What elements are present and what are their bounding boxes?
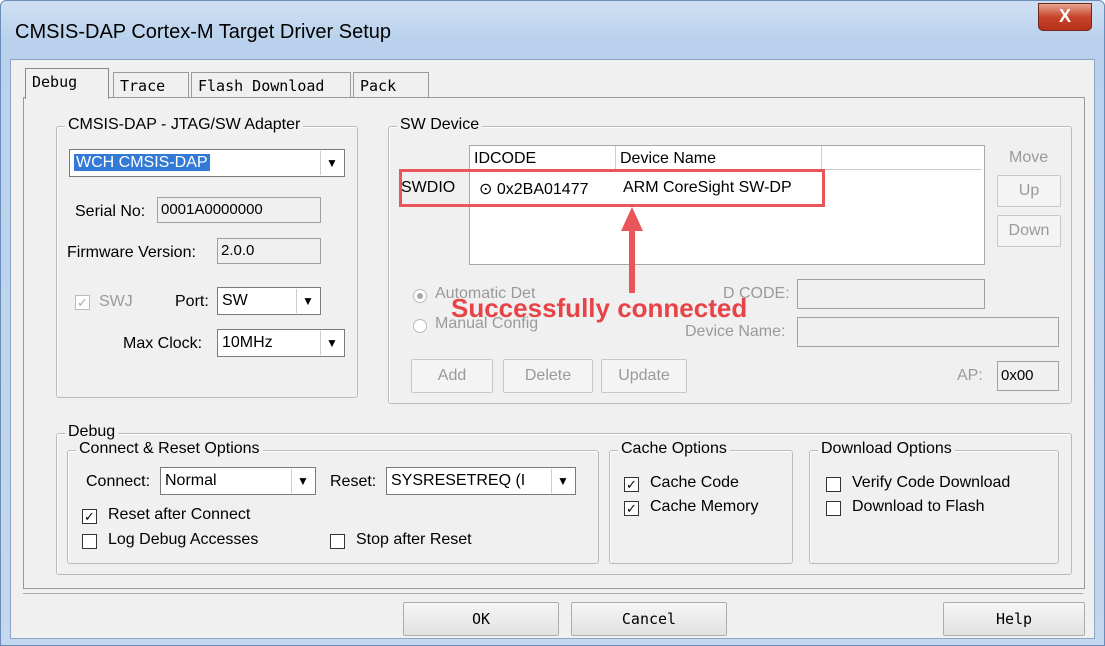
window-title: CMSIS-DAP Cortex-M Target Driver Setup xyxy=(15,21,392,43)
add-button[interactable]: Add xyxy=(411,359,493,393)
column-header-device-name[interactable]: Device Name xyxy=(616,146,822,170)
log-debug-accesses-checkbox[interactable] xyxy=(82,534,97,549)
cache-code-checkbox[interactable]: ✓ xyxy=(624,477,639,492)
firmware-label: Firmware Version: xyxy=(67,244,196,261)
arrow-up-icon xyxy=(621,207,643,293)
column-header-idcode[interactable]: IDCODE xyxy=(470,146,616,170)
sw-device-group: SW Device IDCODE Device Name SWDIO ⊙ 0x2… xyxy=(388,116,1072,404)
reset-value: SYSRESETREQ (I xyxy=(391,472,526,489)
firmware-field: 2.0.0 xyxy=(217,238,321,264)
cache-options-group: Cache Options ✓ Cache Code ✓ Cache Memor… xyxy=(609,440,793,564)
port-select[interactable]: SW ▼ xyxy=(217,287,321,315)
title-bar[interactable]: CMSIS-DAP Cortex-M Target Driver Setup X xyxy=(1,1,1104,61)
update-button[interactable]: Update xyxy=(601,359,687,393)
ap-field[interactable]: 0x00 xyxy=(997,361,1059,391)
download-to-flash-label: Download to Flash xyxy=(852,498,985,515)
manual-config-radio[interactable] xyxy=(413,319,427,333)
chevron-down-icon[interactable]: ▼ xyxy=(320,331,343,355)
swj-label: SWJ xyxy=(99,293,133,310)
device-name-label: Device Name: xyxy=(685,323,786,340)
connect-reset-group: Connect & Reset Options Connect: Normal … xyxy=(67,440,599,564)
dialog-window: CMSIS-DAP Cortex-M Target Driver Setup X… xyxy=(0,0,1105,646)
download-options-legend: Download Options xyxy=(818,440,955,458)
debug-legend: Debug xyxy=(65,423,119,441)
sw-device-legend: SW Device xyxy=(397,116,483,134)
serial-field: 0001A0000000 xyxy=(157,197,321,223)
cache-code-label: Cache Code xyxy=(650,474,739,491)
max-clock-value: 10MHz xyxy=(222,334,273,351)
tab-trace[interactable]: Trace xyxy=(113,72,189,98)
adapter-select[interactable]: WCH CMSIS-DAP ▼ xyxy=(69,149,345,177)
chevron-down-icon[interactable]: ▼ xyxy=(551,469,574,493)
swj-checkbox[interactable]: ✓ xyxy=(75,295,90,310)
column-header-blank xyxy=(822,146,982,170)
ok-button[interactable]: OK xyxy=(403,602,559,636)
adapter-selected-value: WCH CMSIS-DAP xyxy=(74,154,210,171)
help-button[interactable]: Help xyxy=(943,602,1085,636)
move-up-button[interactable]: Up xyxy=(997,175,1061,207)
move-label: Move xyxy=(1009,149,1049,166)
verify-code-download-checkbox[interactable] xyxy=(826,477,841,492)
device-name-field[interactable] xyxy=(797,317,1059,347)
close-button[interactable]: X xyxy=(1038,3,1092,31)
chevron-down-icon[interactable]: ▼ xyxy=(291,469,314,493)
success-annotation: Successfully connected xyxy=(451,293,748,323)
highlight-box xyxy=(399,169,825,207)
connect-reset-legend: Connect & Reset Options xyxy=(76,440,263,458)
tab-page-debug: CMSIS-DAP - JTAG/SW Adapter WCH CMSIS-DA… xyxy=(23,97,1085,589)
tab-pack[interactable]: Pack xyxy=(353,72,429,98)
connect-select[interactable]: Normal ▼ xyxy=(160,467,316,495)
chevron-down-icon[interactable]: ▼ xyxy=(296,289,319,313)
reset-label: Reset: xyxy=(330,473,377,490)
tab-flash-download[interactable]: Flash Download xyxy=(191,72,351,98)
stop-after-reset-label: Stop after Reset xyxy=(356,531,472,548)
cancel-button[interactable]: Cancel xyxy=(571,602,727,636)
automatic-detection-radio[interactable] xyxy=(413,289,427,303)
port-label: Port: xyxy=(175,293,209,310)
reset-after-connect-checkbox[interactable]: ✓ xyxy=(82,509,97,524)
stop-after-reset-checkbox[interactable] xyxy=(330,534,345,549)
cache-memory-label: Cache Memory xyxy=(650,498,759,515)
adapter-legend: CMSIS-DAP - JTAG/SW Adapter xyxy=(65,116,304,134)
serial-label: Serial No: xyxy=(75,203,146,220)
dialog-client-area: Debug Trace Flash Download Pack CMSIS-DA… xyxy=(10,59,1095,639)
verify-code-download-label: Verify Code Download xyxy=(852,474,1011,491)
download-to-flash-checkbox[interactable] xyxy=(826,501,841,516)
debug-group: Debug Connect & Reset Options Connect: N… xyxy=(56,423,1072,575)
cache-memory-checkbox[interactable]: ✓ xyxy=(624,501,639,516)
reset-after-connect-label: Reset after Connect xyxy=(108,506,251,523)
chevron-down-icon[interactable]: ▼ xyxy=(320,151,343,175)
log-debug-accesses-label: Log Debug Accesses xyxy=(108,531,259,548)
max-clock-select[interactable]: 10MHz ▼ xyxy=(217,329,345,357)
move-down-button[interactable]: Down xyxy=(997,215,1061,247)
port-value: SW xyxy=(222,292,248,309)
adapter-group: CMSIS-DAP - JTAG/SW Adapter WCH CMSIS-DA… xyxy=(56,116,358,398)
download-options-group: Download Options Verify Code Download Do… xyxy=(809,440,1059,564)
reset-select[interactable]: SYSRESETREQ (I ▼ xyxy=(386,467,576,495)
max-clock-label: Max Clock: xyxy=(123,335,203,352)
connect-label: Connect: xyxy=(86,473,151,490)
tab-debug[interactable]: Debug xyxy=(25,68,109,99)
id-code-field[interactable] xyxy=(797,279,985,309)
connect-value: Normal xyxy=(165,472,217,489)
divider xyxy=(23,593,1083,594)
ap-label: AP: xyxy=(957,367,983,384)
delete-button[interactable]: Delete xyxy=(503,359,593,393)
cache-options-legend: Cache Options xyxy=(618,440,730,458)
